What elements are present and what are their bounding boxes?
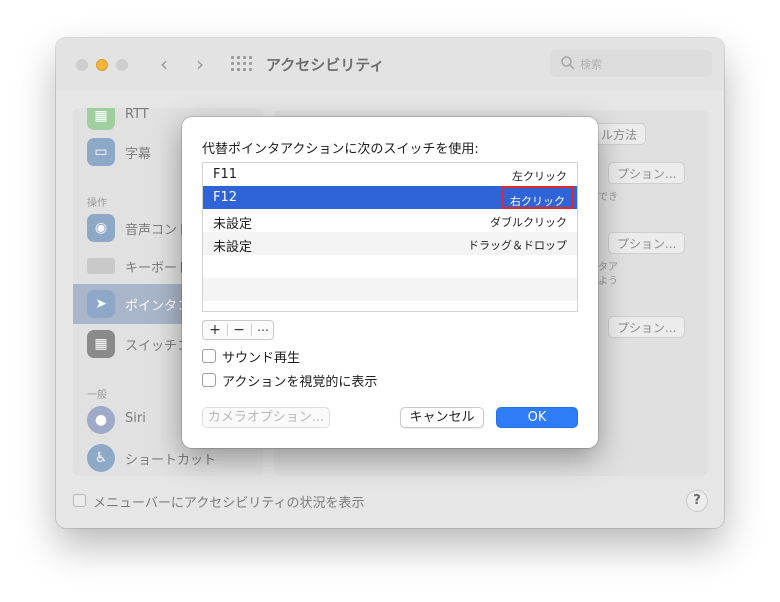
more-options-icon[interactable]: ⋯ — [251, 321, 275, 339]
search-icon — [561, 56, 575, 70]
accessibility-shortcut-icon: ♿ — [87, 444, 115, 472]
section-header-operation: 操作 — [87, 198, 107, 209]
dialog-title: 代替ポインタアクションに次のスイッチを使用: — [202, 142, 479, 157]
table-row[interactable]: 未設定 ドラッグ＆ドロップ — [203, 232, 577, 255]
table-row-selected[interactable]: F12 右クリック — [203, 186, 577, 209]
menubar-status-checkbox[interactable] — [73, 494, 86, 507]
switch-key: 未設定 — [213, 217, 253, 232]
options-button[interactable]: プション... — [608, 316, 686, 338]
sidebar-item-label: 字幕 — [125, 147, 152, 162]
alternate-method-button[interactable]: ル方法 — [592, 123, 647, 145]
title-bar: ‹ › アクセシビリティ 検索 — [56, 38, 724, 90]
sidebar-item-label: RTT — [125, 108, 149, 122]
sidebar-item-label: 音声コント — [125, 223, 191, 238]
switch-key: F11 — [213, 167, 238, 182]
close-window-button[interactable] — [76, 59, 88, 71]
cancel-button[interactable]: キャンセル — [400, 407, 484, 428]
pointer-action-highlighted[interactable]: 右クリック — [502, 186, 573, 209]
pointer-action: ドラッグ＆ドロップ — [468, 239, 567, 252]
add-button[interactable]: + — [203, 321, 227, 339]
minimize-window-button[interactable] — [96, 59, 108, 71]
table-row[interactable]: F11 左クリック — [203, 163, 577, 186]
menubar-status-label: メニューバーにアクセシビリティの状況を表示 — [93, 496, 365, 511]
show-all-grid-icon[interactable] — [231, 56, 252, 72]
pointer-action: ダブルクリック — [490, 216, 567, 229]
sidebar-item-label: キーボード — [125, 261, 191, 276]
sidebar-item-label: スイッチコ — [125, 339, 191, 354]
empty-row — [203, 255, 577, 278]
ok-button[interactable]: OK — [496, 407, 578, 428]
sidebar-item-label: Siri — [125, 411, 146, 426]
description-text: でき — [598, 192, 618, 203]
voice-control-icon: ◉ — [87, 214, 115, 242]
switch-control-icon: ▦ — [87, 330, 115, 358]
show-actions-visually-checkbox[interactable] — [202, 373, 216, 387]
description-text: タア — [598, 262, 618, 273]
search-placeholder: 検索 — [580, 58, 602, 71]
sidebar-item-label: ショートカット — [125, 453, 217, 468]
back-arrow-icon[interactable]: ‹ — [152, 52, 176, 76]
switch-action-table: F11 左クリック F12 右クリック 未設定 ダブルクリック 未設定 ドラッグ… — [202, 162, 578, 312]
sidebar-item-label: ポインタコ — [125, 299, 191, 314]
section-header-general: 一般 — [87, 390, 107, 401]
switch-key: F12 — [213, 190, 238, 205]
play-sound-label: サウンド再生 — [222, 351, 301, 366]
switch-key: 未設定 — [213, 240, 253, 255]
options-button[interactable]: プション... — [608, 232, 686, 254]
siri-icon: ● — [87, 406, 115, 434]
show-actions-visually-label: アクションを視覚的に表示 — [222, 375, 378, 390]
zoom-window-button[interactable] — [116, 59, 128, 71]
keypad-icon: ▦ — [87, 108, 115, 130]
help-button[interactable]: ? — [686, 490, 708, 512]
description-text: よう — [598, 276, 618, 287]
options-button[interactable]: プション... — [608, 162, 686, 184]
camera-options-button[interactable]: カメラオプション... — [202, 407, 330, 428]
pointer-action: 左クリック — [512, 170, 567, 183]
keyboard-icon — [87, 258, 115, 274]
captions-icon: ▭ — [87, 138, 115, 166]
play-sound-checkbox[interactable] — [202, 349, 216, 363]
alternate-pointer-actions-dialog: 代替ポインタアクションに次のスイッチを使用: F11 左クリック F12 右クリ… — [182, 117, 598, 448]
empty-row — [203, 278, 577, 301]
pointer-icon: ➤ — [87, 290, 115, 318]
add-remove-control: + − ⋯ — [202, 320, 274, 340]
table-row[interactable]: 未設定 ダブルクリック — [203, 209, 577, 232]
forward-arrow-icon[interactable]: › — [188, 52, 212, 76]
search-field[interactable]: 検索 — [550, 50, 712, 77]
remove-button[interactable]: − — [227, 321, 251, 339]
window-title: アクセシビリティ — [266, 56, 385, 74]
